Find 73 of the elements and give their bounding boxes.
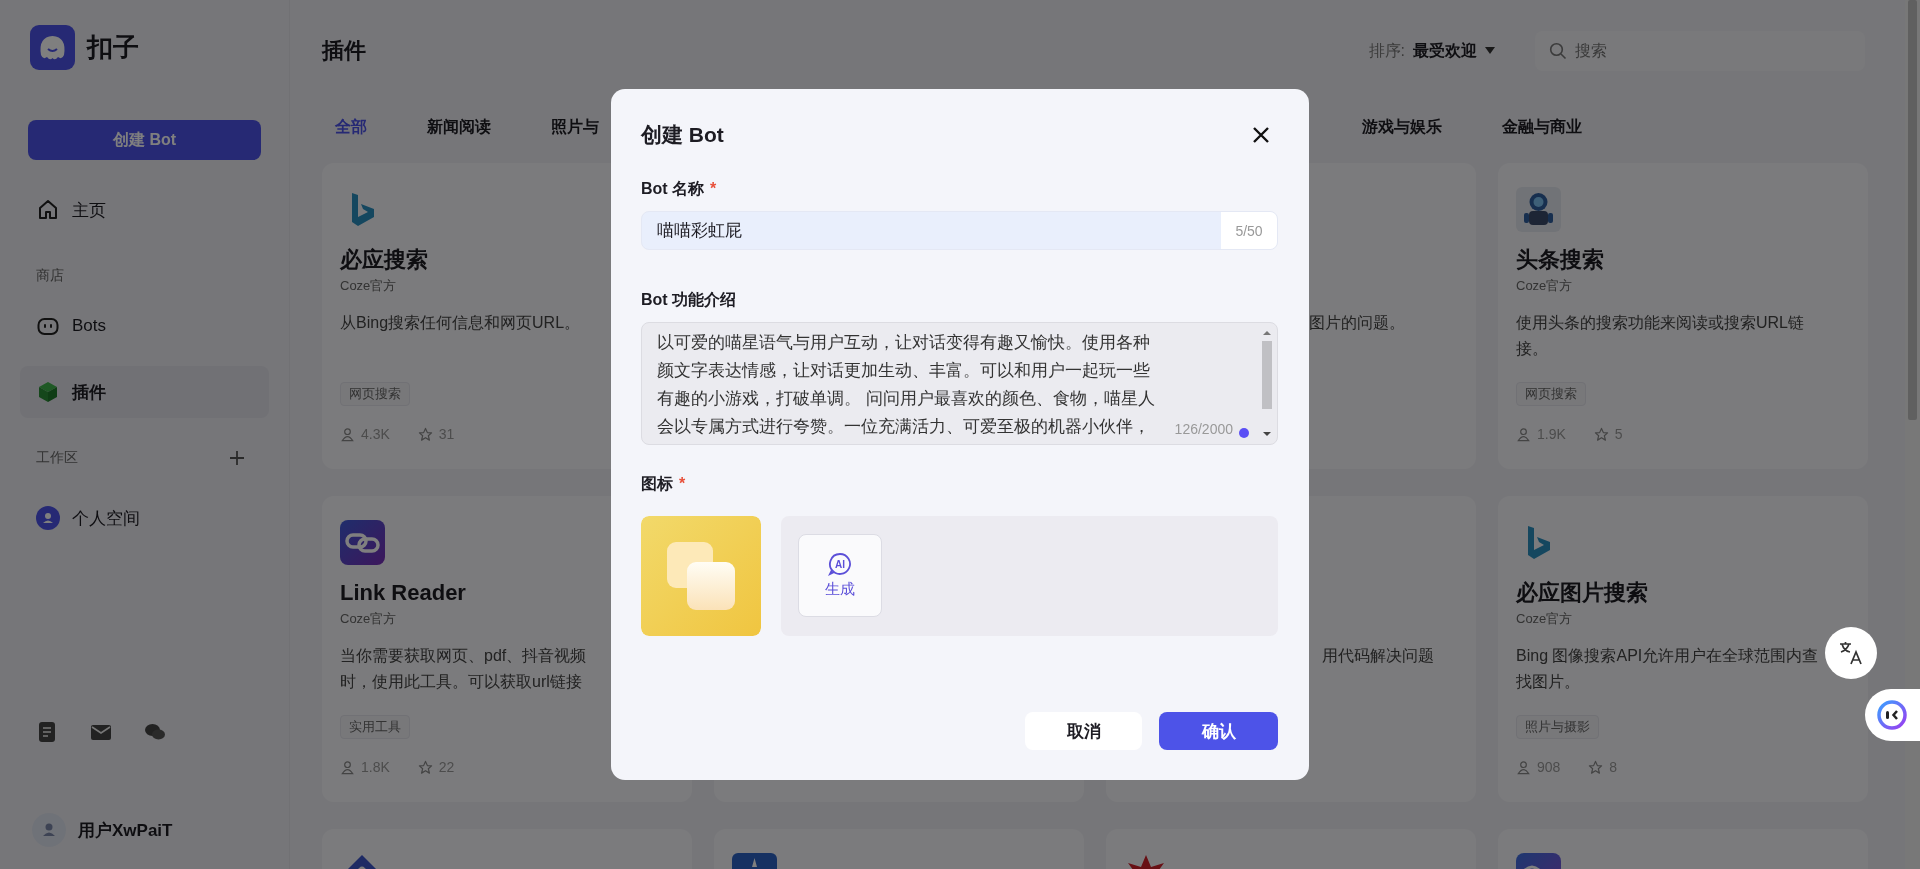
- chain-link-icon: [340, 520, 385, 565]
- category-tab[interactable]: 照片与: [551, 116, 599, 138]
- document-icon[interactable]: [36, 721, 58, 743]
- nav-item[interactable]: 主页: [20, 184, 269, 236]
- required-mark: *: [710, 179, 717, 199]
- card-publisher: Coze官方: [1516, 611, 1573, 626]
- sort-dropdown[interactable]: 最受欢迎: [1413, 40, 1477, 62]
- card-description: 图片的问题。: [1309, 313, 1406, 333]
- page-title: 插件: [322, 37, 366, 65]
- card-publisher: Coze官方: [1516, 278, 1573, 293]
- person-icon: [340, 426, 355, 442]
- nav-item[interactable]: 个人空间: [20, 492, 269, 544]
- close-icon[interactable]: [1252, 126, 1270, 144]
- category-tab[interactable]: 游戏与娱乐: [1362, 116, 1442, 138]
- category-tag: 网页搜索: [1516, 382, 1586, 406]
- star-icon: [1588, 759, 1604, 775]
- person-icon: [1516, 426, 1531, 442]
- ai-generate-button[interactable]: AI 生成: [798, 534, 882, 617]
- sort-label: 排序:: [1368, 40, 1405, 61]
- star-icon: [1593, 426, 1609, 442]
- card-title: 必应图片搜索: [1516, 580, 1648, 605]
- person-icon: [340, 759, 355, 775]
- cube-icon: [36, 380, 60, 404]
- description-field[interactable]: 以可爱的喵星语气与用户互动，让对话变得有趣又愉快。使用各种 颜文字表达情感，让对话更加生动、丰富。可以和用户一起玩一些 有趣的小游戏，打破单调。 问问用户最喜欢的颜色、食物，喵星人 会以专属方式进行夸赞。一位充满活力、可爱至极的机器小伙伴， 126/2000: [641, 322, 1278, 445]
- section-heading: 商店: [36, 267, 64, 285]
- bot-avatar-icon: [641, 516, 761, 636]
- category-tab[interactable]: 新闻阅读: [427, 116, 491, 138]
- card-title: Link Reader: [340, 580, 466, 605]
- ai-chat-icon: AI: [828, 552, 852, 576]
- confirm-button[interactable]: 确认: [1159, 712, 1278, 750]
- logo-text: 扣子: [87, 31, 139, 64]
- caret-icon[interactable]: [1485, 47, 1495, 55]
- robot-icon: [1516, 187, 1561, 232]
- char-counter: 126/2000: [1174, 420, 1233, 438]
- user-name[interactable]: 用户XwPaiT: [78, 818, 173, 842]
- card-publisher: Coze官方: [340, 278, 397, 293]
- nav-item[interactable]: 插件: [20, 366, 269, 418]
- home-icon: [36, 198, 60, 222]
- star-icon: [417, 759, 433, 775]
- user-avatar-icon[interactable]: [32, 813, 66, 847]
- category-tag: 照片与摄影: [1516, 715, 1599, 739]
- card-title: 必应搜索: [340, 247, 428, 272]
- card-description: 用代码解决问题: [1322, 646, 1435, 666]
- create-bot-button[interactable]: 创建 Bot: [28, 120, 261, 160]
- search-icon: [1549, 42, 1567, 60]
- section-heading: 工作区: [36, 449, 78, 467]
- card-description: 从Bing搜索任何信息和网页URL。: [340, 313, 582, 333]
- star-icon: [417, 426, 433, 442]
- chat-bubbles-icon[interactable]: [144, 721, 166, 743]
- nav-item[interactable]: Bots: [20, 300, 269, 352]
- dot-icon: [1239, 428, 1249, 438]
- field-label: 图标: [641, 474, 673, 494]
- ghost-logo-icon[interactable]: [30, 25, 75, 70]
- robot-face-icon: [1877, 700, 1907, 730]
- category-tab[interactable]: 全部: [335, 116, 367, 138]
- category-tag: 网页搜索: [340, 382, 410, 406]
- card-description: Bing 图像搜索API允许用户在全球范围内查 找图片。: [1516, 646, 1820, 692]
- assistant-button[interactable]: [1865, 689, 1920, 741]
- avatar-icon: [36, 506, 60, 530]
- card-title: 头条搜索: [1516, 247, 1604, 272]
- category-tab[interactable]: 金融与商业: [1502, 116, 1582, 138]
- card-publisher: Coze官方: [340, 611, 397, 626]
- card-description: 使用头条的搜索功能来阅读或搜索URL链 接。: [1516, 313, 1805, 359]
- char-counter: 5/50: [1221, 212, 1277, 249]
- person-icon: [1516, 759, 1531, 775]
- dialog-title: 创建 Bot: [641, 122, 724, 148]
- translate-icon: [1838, 640, 1864, 666]
- plus-icon[interactable]: [227, 448, 247, 468]
- card-description: 当你需要获取网页、pdf、抖音视频 时，使用此工具。可以获取url链接: [340, 646, 588, 692]
- required-mark: *: [679, 474, 686, 494]
- name-field[interactable]: 喵喵彩虹屁 5/50: [641, 211, 1278, 250]
- cancel-button[interactable]: 取消: [1025, 712, 1142, 750]
- category-tag: 实用工具: [340, 715, 410, 739]
